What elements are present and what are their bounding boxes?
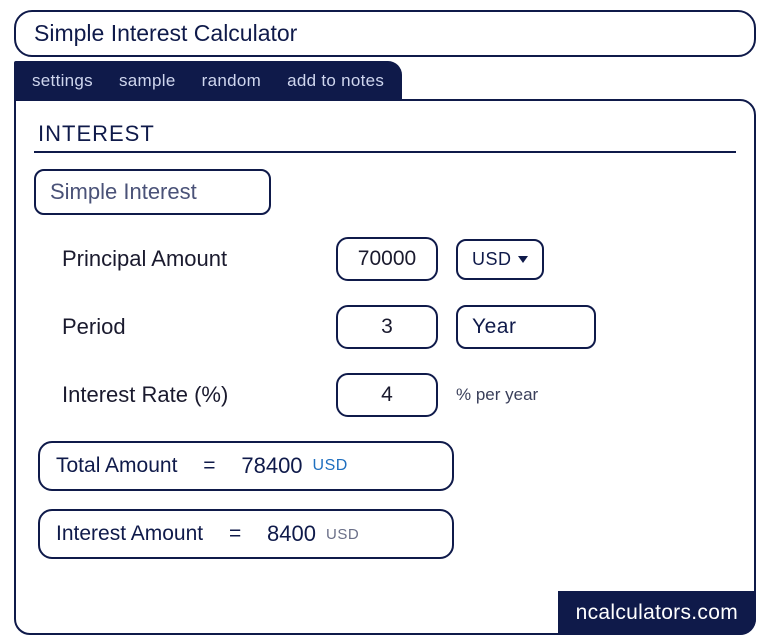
input-period[interactable] [336, 305, 438, 349]
result-total-label: Total Amount [56, 454, 177, 478]
result-interest-label: Interest Amount [56, 522, 203, 546]
label-principal: Principal Amount [62, 246, 318, 272]
footer-badge[interactable]: ncalculators.com [558, 591, 756, 635]
result-interest-eq: = [229, 522, 241, 546]
period-unit-label: Year [472, 315, 516, 339]
tab-settings[interactable]: settings [32, 71, 93, 91]
row-principal: Principal Amount USD [62, 237, 736, 281]
row-rate: Interest Rate (%) % per year [62, 373, 736, 417]
result-interest-currency: USD [326, 526, 359, 543]
result-total: Total Amount = 78400 USD [38, 441, 454, 491]
result-total-value: 78400 [241, 453, 302, 479]
section-label: INTEREST [34, 115, 736, 153]
rate-unit-text: % per year [456, 385, 538, 405]
interest-type-chip[interactable]: Simple Interest [34, 169, 271, 215]
tab-strip: settings sample random add to notes [14, 61, 402, 101]
result-total-currency: USD [313, 457, 348, 475]
page-title: Simple Interest Calculator [14, 10, 756, 57]
result-interest: Interest Amount = 8400 USD [38, 509, 454, 559]
result-total-eq: = [203, 454, 215, 478]
page-title-text: Simple Interest Calculator [34, 20, 297, 46]
period-unit-select[interactable]: Year [456, 305, 596, 349]
result-interest-value: 8400 [267, 521, 316, 547]
currency-select-label: USD [472, 249, 512, 270]
main-panel: INTEREST Simple Interest Principal Amoun… [14, 99, 756, 635]
tab-add-to-notes[interactable]: add to notes [287, 71, 384, 91]
input-rate[interactable] [336, 373, 438, 417]
chevron-down-icon [518, 256, 528, 263]
label-period: Period [62, 314, 318, 340]
currency-select[interactable]: USD [456, 239, 544, 280]
row-period: Period Year [62, 305, 736, 349]
tab-sample[interactable]: sample [119, 71, 176, 91]
tab-random[interactable]: random [202, 71, 261, 91]
input-principal[interactable] [336, 237, 438, 281]
label-rate: Interest Rate (%) [62, 382, 318, 408]
